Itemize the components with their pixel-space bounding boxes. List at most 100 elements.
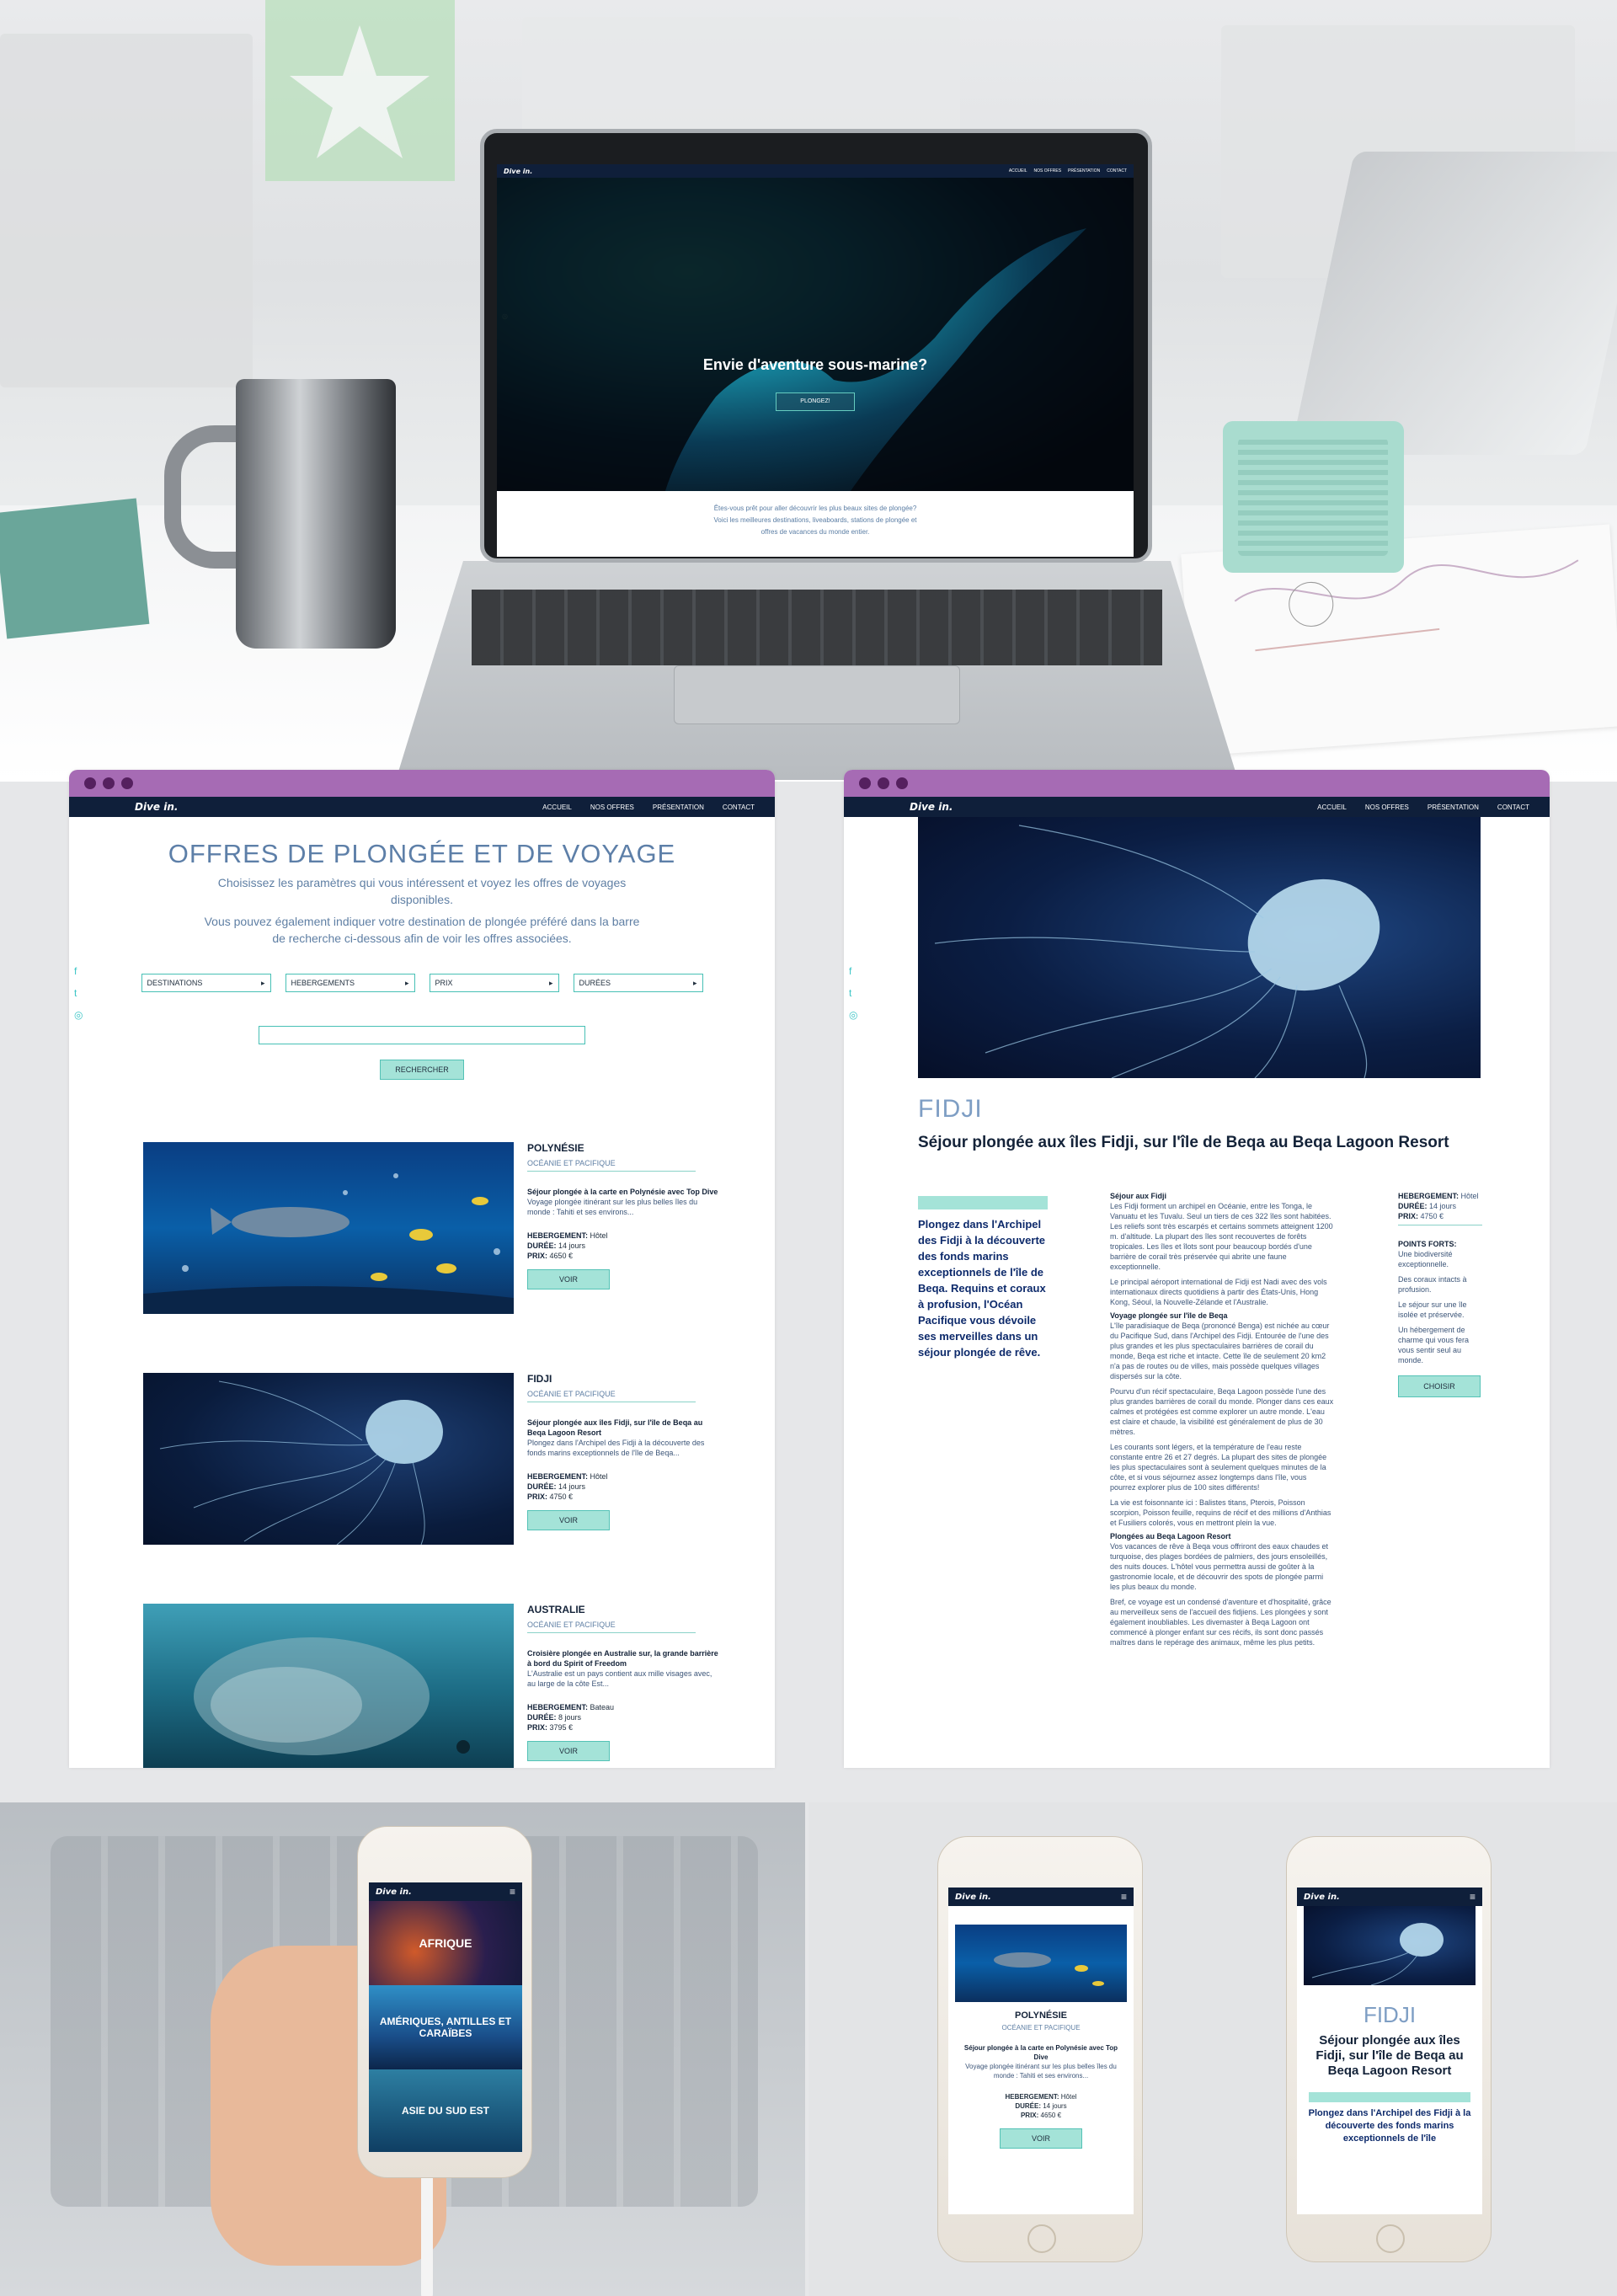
laptop-trackpad — [674, 665, 960, 724]
fidji-subtitle: Séjour plongée aux îles Fidji, sur l'île… — [1315, 2033, 1464, 2078]
lodging-value: Hôtel — [590, 1472, 608, 1481]
site-logo[interactable]: Dive in. — [910, 801, 953, 813]
section-text: Les courants sont légers, et la températ… — [1110, 1443, 1327, 1492]
window-dot-maximize[interactable] — [121, 777, 133, 789]
offer-image[interactable] — [143, 1373, 514, 1546]
site-logo[interactable]: Dive in. — [1304, 1893, 1340, 1902]
caret-down-icon: ▸ — [692, 978, 697, 987]
offer-meta: HEBERGEMENT: Hôtel DURÉE: 14 jours PRIX:… — [957, 2092, 1125, 2120]
site-logo[interactable]: Dive in. — [504, 168, 532, 175]
caret-down-icon: ▸ — [404, 978, 409, 987]
lodging-value: Bateau — [590, 1703, 615, 1711]
desc-line-3: Vous pouvez également indiquer votre des… — [204, 915, 640, 928]
instagram-icon[interactable]: ◎ — [74, 1004, 83, 1026]
tile-asie[interactable]: ASIE DU SUD EST — [369, 2069, 522, 2152]
offer-image[interactable] — [955, 1925, 1127, 2002]
browser-titlebar — [844, 770, 1550, 797]
jellyfish-illustration — [1311, 1923, 1444, 1986]
nav-presentation[interactable]: PRÉSENTATION — [1068, 168, 1100, 174]
offer-image[interactable] — [143, 1604, 514, 1768]
window-dot-close[interactable] — [84, 777, 96, 789]
offer-headline: Séjour plongée à la carte en Polynésie a… — [963, 2044, 1118, 2061]
price-value: 4750 € — [1420, 1212, 1444, 1220]
section-text: Pourvu d'un récif spectaculaire, Beqa La… — [1110, 1387, 1334, 1436]
filter-label: DESTINATIONS — [147, 979, 203, 987]
voir-button[interactable]: VOIR — [527, 1269, 610, 1289]
section-text: Le principal aéroport international de F… — [1110, 1278, 1327, 1306]
section-title: Plongées au Beqa Lagoon Resort — [1110, 1532, 1231, 1540]
search-input[interactable] — [259, 1026, 585, 1044]
choisir-button[interactable]: CHOISIR — [1398, 1375, 1481, 1397]
tile-label: AFRIQUE — [419, 1936, 472, 1950]
facebook-icon[interactable]: f — [74, 960, 83, 982]
offer-excerpt: Plongez dans l'Archipel des Fidji à la d… — [527, 1439, 705, 1457]
twitter-icon[interactable]: t — [74, 982, 83, 1004]
twitter-icon[interactable]: t — [849, 982, 857, 1004]
desk-photo: Dive in. ACCUEIL NOS OFFRES PRÉSENTATION… — [0, 0, 1617, 782]
caret-down-icon: ▸ — [260, 978, 265, 987]
offer-region: OCÉANIE ET PACIFIQUE — [1001, 2024, 1081, 2032]
home-button[interactable] — [1027, 2224, 1056, 2253]
price-value: 4650 € — [1040, 2112, 1062, 2119]
offer-card-australia: AUSTRALIE OCÉANIE ET PACIFIQUE Croisière… — [143, 1604, 729, 1768]
section-title: Voyage plongée sur l'île de Beqa — [1110, 1311, 1228, 1320]
window-dot-close[interactable] — [859, 777, 871, 789]
offer-meta: HEBERGEMENT: Hôtel DURÉE: 14 jours PRIX:… — [527, 1231, 721, 1261]
offer-info: FIDJI OCÉANIE ET PACIFIQUE Séjour plongé… — [527, 1373, 721, 1530]
duration-value: 14 jours — [1043, 2102, 1067, 2110]
nav-offers[interactable]: NOS OFFRES — [1365, 804, 1409, 811]
nav-home[interactable]: ACCUEIL — [542, 804, 572, 811]
offer-image[interactable] — [143, 1142, 514, 1314]
facebook-icon[interactable]: f — [849, 960, 857, 982]
laptop-keyboard — [472, 590, 1162, 665]
window-dot-minimize[interactable] — [103, 777, 115, 789]
voir-button[interactable]: VOIR — [1000, 2128, 1082, 2149]
lodging-value: Hôtel — [1060, 2093, 1077, 2101]
nav-home[interactable]: ACCUEIL — [1009, 168, 1027, 174]
filter-price[interactable]: PRIX ▸ — [429, 974, 559, 992]
lodging-value: Hôtel — [590, 1231, 608, 1240]
window-dot-minimize[interactable] — [878, 777, 889, 789]
hamburger-icon[interactable]: ≡ — [1121, 1891, 1127, 1903]
hamburger-icon[interactable]: ≡ — [1470, 1891, 1476, 1903]
offer-region: OCÉANIE ET PACIFIQUE — [527, 1621, 696, 1633]
nav-home[interactable]: ACCUEIL — [1317, 804, 1347, 811]
phone-screen: Dive in. ≡ FIDJI Séjour plongée aux îles… — [1297, 1888, 1482, 2214]
filter-lodging[interactable]: HEBERGEMENTS ▸ — [285, 974, 415, 992]
tile-afrique[interactable]: AFRIQUE — [369, 1901, 522, 1985]
site-logo[interactable]: Dive in. — [135, 801, 178, 813]
duration-label: DURÉE: — [1015, 2102, 1041, 2110]
laptop-screen: Dive in. ACCUEIL NOS OFFRES PRÉSENTATION… — [497, 164, 1134, 557]
nav-presentation[interactable]: PRÉSENTATION — [1428, 804, 1479, 811]
nav-offers[interactable]: NOS OFFRES — [590, 804, 634, 811]
site-logo[interactable]: Dive in. — [376, 1888, 412, 1897]
hero-banner: ◎ Envie d'aventure sous-marine? PLONGEZ! — [497, 178, 1134, 491]
nav-presentation[interactable]: PRÉSENTATION — [653, 804, 704, 811]
strength-item: Une biodiversité exceptionnelle. — [1398, 1250, 1453, 1268]
hamburger-icon[interactable]: ≡ — [510, 1886, 515, 1898]
voir-button[interactable]: VOIR — [527, 1510, 610, 1530]
nav-offers[interactable]: NOS OFFRES — [1034, 168, 1062, 174]
filter-destinations[interactable]: DESTINATIONS ▸ — [141, 974, 271, 992]
offer-info: POLYNÉSIE OCÉANIE ET PACIFIQUE Séjour pl… — [527, 1142, 721, 1289]
tile-ameriques[interactable]: AMÉRIQUES, ANTILLES ET CARAÏBES — [369, 1985, 522, 2069]
instagram-icon[interactable]: ◎ — [849, 1004, 857, 1026]
offer-title: AUSTRALIE — [527, 1604, 585, 1615]
home-button[interactable] — [1376, 2224, 1405, 2253]
nav-contact[interactable]: CONTACT — [1107, 168, 1127, 174]
phones-mockup-area — [808, 1802, 1617, 2296]
lodging-value: Hôtel — [1460, 1192, 1479, 1200]
filter-duration[interactable]: DURÉES ▸ — [573, 974, 703, 992]
search-button[interactable]: RECHERCHER — [380, 1060, 464, 1080]
site-logo[interactable]: Dive in. — [955, 1893, 991, 1902]
nav-contact[interactable]: CONTACT — [723, 804, 755, 811]
nav-contact[interactable]: CONTACT — [1497, 804, 1529, 811]
offer-info: AUSTRALIE OCÉANIE ET PACIFIQUE Croisière… — [527, 1604, 721, 1761]
plongez-button[interactable]: PLONGEZ! — [776, 392, 855, 411]
window-dot-maximize[interactable] — [896, 777, 908, 789]
speaker-grille — [1238, 438, 1388, 556]
fidji-sidebar: HEBERGEMENT: Hôtel DURÉE: 14 jours PRIX:… — [1398, 1191, 1482, 1397]
duration-value: 8 jours — [558, 1713, 582, 1722]
voir-button[interactable]: VOIR — [527, 1741, 610, 1761]
jellyfish-illustration — [159, 1380, 443, 1546]
